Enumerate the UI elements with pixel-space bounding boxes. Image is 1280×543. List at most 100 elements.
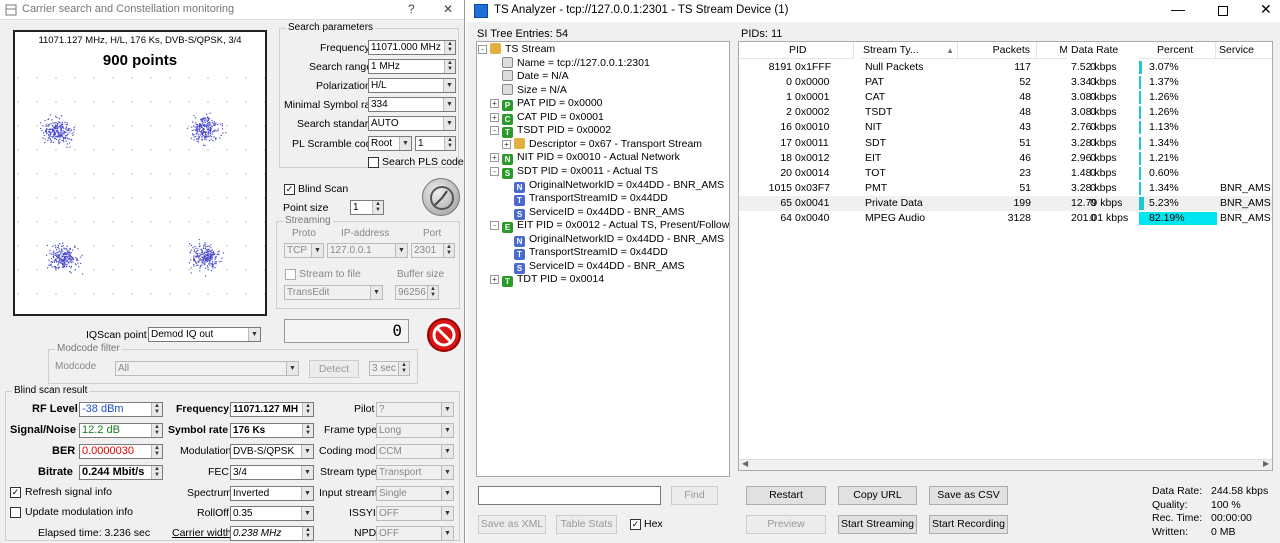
- start-recording-button[interactable]: Start Recording: [929, 515, 1008, 534]
- tree-expander[interactable]: +: [490, 99, 499, 109]
- tree-node[interactable]: T TSDT PID = 0x0002: [502, 124, 611, 139]
- col-data-rate[interactable]: Data Rate: [1067, 42, 1139, 59]
- help-button[interactable]: ?: [408, 2, 415, 16]
- tree-node[interactable]: Name = tcp://127.0.0.1:2301: [502, 56, 650, 70]
- find-button[interactable]: Find: [671, 486, 718, 505]
- find-input[interactable]: [478, 486, 661, 505]
- tree-node[interactable]: S SDT PID = 0x0011 - Actual TS: [502, 165, 658, 179]
- table-row[interactable]: 65 0x0041 Private Data 199 0 12.79 kbps 5.23% B…: [739, 195, 1272, 211]
- frequency-spinner[interactable]: ▲ ▼: [444, 41, 455, 54]
- frequency-input[interactable]: 11071.000 MHz ▲ ▼: [368, 40, 456, 55]
- stream-app-select[interactable]: TransEdit ▼: [284, 285, 383, 300]
- coding-mode-select[interactable]: CCM ▼: [376, 444, 454, 459]
- detect-seconds-input[interactable]: 3 sec ▲ ▼: [369, 361, 410, 376]
- tree-node[interactable]: P PAT PID = 0x0000: [502, 97, 603, 112]
- point-size-input[interactable]: 1 ▲ ▼: [350, 200, 384, 215]
- port-input[interactable]: 2301 ▲ ▼: [411, 243, 455, 258]
- tree-node[interactable]: T TransportStreamID = 0x44DD: [514, 246, 668, 261]
- stream-to-file-checkbox[interactable]: [285, 269, 296, 280]
- tree-node[interactable]: N OriginalNetworkID = 0x44DD - BNR_AMS: [514, 179, 724, 193]
- tree-node[interactable]: T TransportStreamID = 0x44DD: [514, 192, 668, 207]
- scroll-left-icon[interactable]: ◀: [742, 459, 748, 468]
- start-streaming-button[interactable]: Start Streaming: [838, 515, 917, 534]
- issyi-select[interactable]: OFF ▼: [376, 506, 454, 521]
- point-size-spinner[interactable]: ▲ ▼: [372, 201, 383, 214]
- table-row[interactable]: 1 0x0001 CAT 48 0 3.08 kbps 1.26%: [739, 90, 1272, 105]
- pid-table[interactable]: PID Stream Ty...▲ Packets Missing Data R…: [738, 41, 1273, 471]
- detect-button[interactable]: Detect: [309, 360, 359, 378]
- col-stream-type[interactable]: Stream Ty... ▲: [860, 42, 958, 59]
- tree-expander[interactable]: +: [490, 275, 499, 285]
- input-stream-select[interactable]: Single ▼: [376, 486, 454, 501]
- table-row[interactable]: 16 0x0010 NIT 43 0 2.76 kbps 1.13%: [739, 120, 1272, 135]
- tree-node[interactable]: Date = N/A: [502, 70, 569, 83]
- restart-button[interactable]: Restart: [746, 486, 826, 505]
- close-button[interactable]: ✕: [1260, 1, 1272, 18]
- col-pid[interactable]: PID: [739, 42, 854, 59]
- close-button[interactable]: ✕: [443, 2, 453, 16]
- tree-node[interactable]: T TDT PID = 0x0014: [502, 273, 604, 288]
- table-stats-button[interactable]: Table Stats: [556, 515, 617, 534]
- tree-node[interactable]: Descriptor = 0x67 - Transport Stream: [514, 137, 702, 151]
- detect-seconds-spinner[interactable]: ▲ ▼: [398, 362, 409, 375]
- table-row[interactable]: 20 0x0014 TOT 23 0 1.48 kbps 0.60%: [739, 166, 1272, 181]
- table-row[interactable]: 2 0x0002 TSDT 48 0 3.08 kbps 1.26%: [739, 105, 1272, 120]
- tree-node[interactable]: N OriginalNetworkID = 0x44DD - BNR_AMS: [514, 233, 724, 247]
- col-service[interactable]: Service: [1216, 42, 1272, 59]
- tree-node[interactable]: Size = N/A: [502, 83, 567, 97]
- horizontal-scrollbar[interactable]: ◀ ▶: [739, 459, 1272, 470]
- npd-select[interactable]: OFF ▼: [376, 526, 454, 541]
- search-pls-checkbox[interactable]: [368, 157, 379, 168]
- col-percent[interactable]: Percent: [1139, 42, 1216, 59]
- blind-scan-checkbox[interactable]: ✓: [284, 184, 295, 195]
- table-row[interactable]: 1015 0x03F7 PMT 51 0 3.28 kbps 1.34% BNR_AMS: [739, 181, 1272, 196]
- tree-node[interactable]: E EIT PID = 0x0012 - Actual TS, Present/F…: [502, 219, 729, 234]
- tree-expander[interactable]: +: [490, 112, 499, 122]
- tree-expander[interactable]: -: [490, 166, 499, 176]
- rolloff-select[interactable]: 0.35 ▼: [230, 506, 314, 521]
- table-row[interactable]: 18 0x0012 EIT 46 0 2.96 kbps 1.21%: [739, 151, 1272, 166]
- table-row[interactable]: 64 0x0040 MPEG Audio 3128 0 201.01 kbps 82.19%…: [739, 211, 1272, 226]
- tree-node[interactable]: S ServiceID = 0x44DD - BNR_AMS: [514, 260, 685, 274]
- iqscan-select[interactable]: Demod IQ out ▼: [148, 327, 261, 342]
- tree-expander[interactable]: +: [502, 139, 511, 149]
- polarization-select[interactable]: H/L ▼: [368, 78, 456, 93]
- ip-select[interactable]: 127.0.0.1 ▼: [327, 243, 408, 258]
- si-tree[interactable]: - TS Stream Name = tcp://127.0.0.1:2301 Dat…: [476, 41, 730, 477]
- tree-node[interactable]: TS Stream: [490, 43, 555, 56]
- min-symbol-rate-select[interactable]: 334 ▼: [368, 97, 456, 112]
- save-as-csv-button[interactable]: Save as CSV: [929, 486, 1008, 505]
- pl-scramble-number[interactable]: 1 ▲ ▼: [415, 136, 456, 151]
- copy-url-button[interactable]: Copy URL: [838, 486, 917, 505]
- fec-select[interactable]: 3/4 ▼: [230, 465, 314, 480]
- minimize-button[interactable]: —: [1171, 1, 1185, 17]
- search-range-spinner[interactable]: ▲ ▼: [444, 60, 455, 73]
- search-range-input[interactable]: 1 MHz ▲ ▼: [368, 59, 456, 74]
- update-modulation-checkbox[interactable]: [10, 507, 21, 518]
- tree-expander[interactable]: -: [478, 45, 487, 54]
- modcode-select[interactable]: All ▼: [115, 361, 299, 376]
- table-row[interactable]: 0 0x0000 PAT 52 0 3.34 kbps 1.37%: [739, 75, 1272, 90]
- save-as-xml-button[interactable]: Save as XML: [478, 515, 546, 534]
- tree-node[interactable]: C CAT PID = 0x0001: [502, 111, 604, 125]
- proto-select[interactable]: TCP ▼: [284, 243, 324, 258]
- modulation-select[interactable]: DVB-S/QPSK ▼: [230, 444, 314, 459]
- pilot-select[interactable]: ? ▼: [376, 402, 454, 417]
- tree-expander[interactable]: -: [490, 221, 499, 231]
- stop-icon[interactable]: [427, 318, 461, 352]
- pl-scramble-select[interactable]: Root ▼: [368, 136, 412, 151]
- hex-checkbox[interactable]: ✓: [630, 519, 641, 530]
- scroll-right-icon[interactable]: ▶: [1263, 459, 1269, 468]
- port-spinner[interactable]: ▲ ▼: [443, 244, 454, 257]
- maximize-button[interactable]: [1218, 6, 1228, 16]
- stream-type-select[interactable]: Transport ▼: [376, 465, 454, 480]
- preview-button[interactable]: Preview: [746, 515, 826, 534]
- frame-type-select[interactable]: Long ▼: [376, 423, 454, 438]
- tree-expander[interactable]: -: [490, 126, 499, 136]
- col-packets[interactable]: Packets: [958, 42, 1037, 59]
- table-row[interactable]: 8191 0x1FFF Null Packets 117 0 7.52 kbps 3.07%: [739, 60, 1272, 75]
- buffer-size-input[interactable]: 96256 ▲ ▼: [395, 285, 439, 300]
- buffer-size-spinner[interactable]: ▲ ▼: [427, 286, 438, 299]
- search-standard-select[interactable]: AUTO ▼: [368, 116, 456, 131]
- table-row[interactable]: 17 0x0011 SDT 51 0 3.28 kbps 1.34%: [739, 136, 1272, 151]
